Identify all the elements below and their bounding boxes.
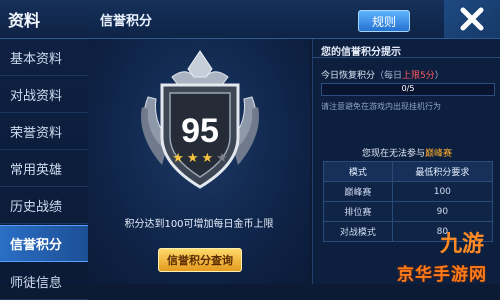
- restriction-notice: 您现在无法参与巅峰赛: [313, 146, 500, 159]
- table-cell: 100: [391, 181, 494, 202]
- recover-progress-bar: 0/5: [321, 83, 495, 96]
- recover-paren-close: ）: [434, 71, 444, 81]
- tips-title: 您的信誉积分提示: [321, 47, 401, 58]
- divider: [313, 57, 500, 58]
- table-header: 最低积分要求: [391, 161, 494, 182]
- rules-button[interactable]: 规则: [358, 10, 410, 32]
- progress-text: 0/5: [401, 84, 415, 93]
- afk-hint: 请注意避免在游戏内出现挂机行为: [321, 102, 441, 111]
- star-icon: ★: [201, 151, 214, 166]
- sidebar-item-credit-score[interactable]: 信誉积分: [0, 225, 88, 262]
- sidebar-item-mentor-info[interactable]: 师徒信息: [0, 263, 88, 300]
- star-icon: ★: [172, 151, 184, 166]
- table-header: 模式: [323, 161, 393, 182]
- sidebar-item-honor-info[interactable]: 荣誉资料: [0, 113, 88, 150]
- sidebar-item-battle-info[interactable]: 对战资料: [0, 76, 88, 113]
- credit-query-button[interactable]: 信誉积分查询: [158, 248, 242, 272]
- close-icon: [460, 7, 484, 31]
- table-header-row: 模式 最低积分要求: [323, 161, 494, 182]
- sidebar: 资料 基本资料 对战资料 荣誉资料 常用英雄 历史战绩 信誉积分 师徒信息: [0, 0, 89, 300]
- page-title: 信誉积分: [100, 14, 153, 29]
- star-icon: ★: [186, 151, 199, 166]
- table-row: 巅峰赛 100: [323, 181, 494, 202]
- star-rating: ★ ★ ★ ★: [170, 151, 230, 166]
- watermark-logo: 九游: [440, 232, 485, 257]
- recover-paren-open: （每日: [375, 71, 403, 81]
- credit-score-value: 95: [181, 112, 219, 150]
- recover-limit: 上限5分: [402, 71, 435, 81]
- close-button[interactable]: [444, 0, 500, 38]
- sidebar-item-common-heroes[interactable]: 常用英雄: [0, 150, 88, 187]
- table-cell: 对战模式: [323, 221, 393, 242]
- score-info-text: 积分达到100可增加每日金币上限: [124, 219, 274, 230]
- sidebar-item-basic-info[interactable]: 基本资料: [0, 39, 88, 76]
- table-cell: 90: [391, 201, 494, 222]
- restriction-prefix: 您现在无法参与: [361, 149, 425, 159]
- star-empty-icon: ★: [216, 151, 228, 166]
- daily-recover-label: 今日恢复积分（每日上限5分）: [321, 68, 444, 81]
- watermark-site-name: 京华手游网: [397, 265, 487, 285]
- table-row: 排位赛 90: [323, 201, 494, 222]
- credit-badge: 95 ★ ★ ★ ★: [138, 47, 262, 197]
- sidebar-item-history[interactable]: 历史战绩: [0, 187, 88, 224]
- table-cell: 巅峰赛: [323, 181, 393, 202]
- credit-score-panel: 95 ★ ★ ★ ★ 积分达到100可增加每日金币上限 信誉积分查询: [88, 39, 310, 284]
- header: 信誉积分 规则: [88, 0, 500, 39]
- table-cell: 排位赛: [323, 201, 393, 222]
- restricted-mode: 巅峰赛: [425, 149, 453, 159]
- recover-label: 今日恢复积分: [321, 71, 376, 81]
- sidebar-title: 资料: [0, 0, 88, 39]
